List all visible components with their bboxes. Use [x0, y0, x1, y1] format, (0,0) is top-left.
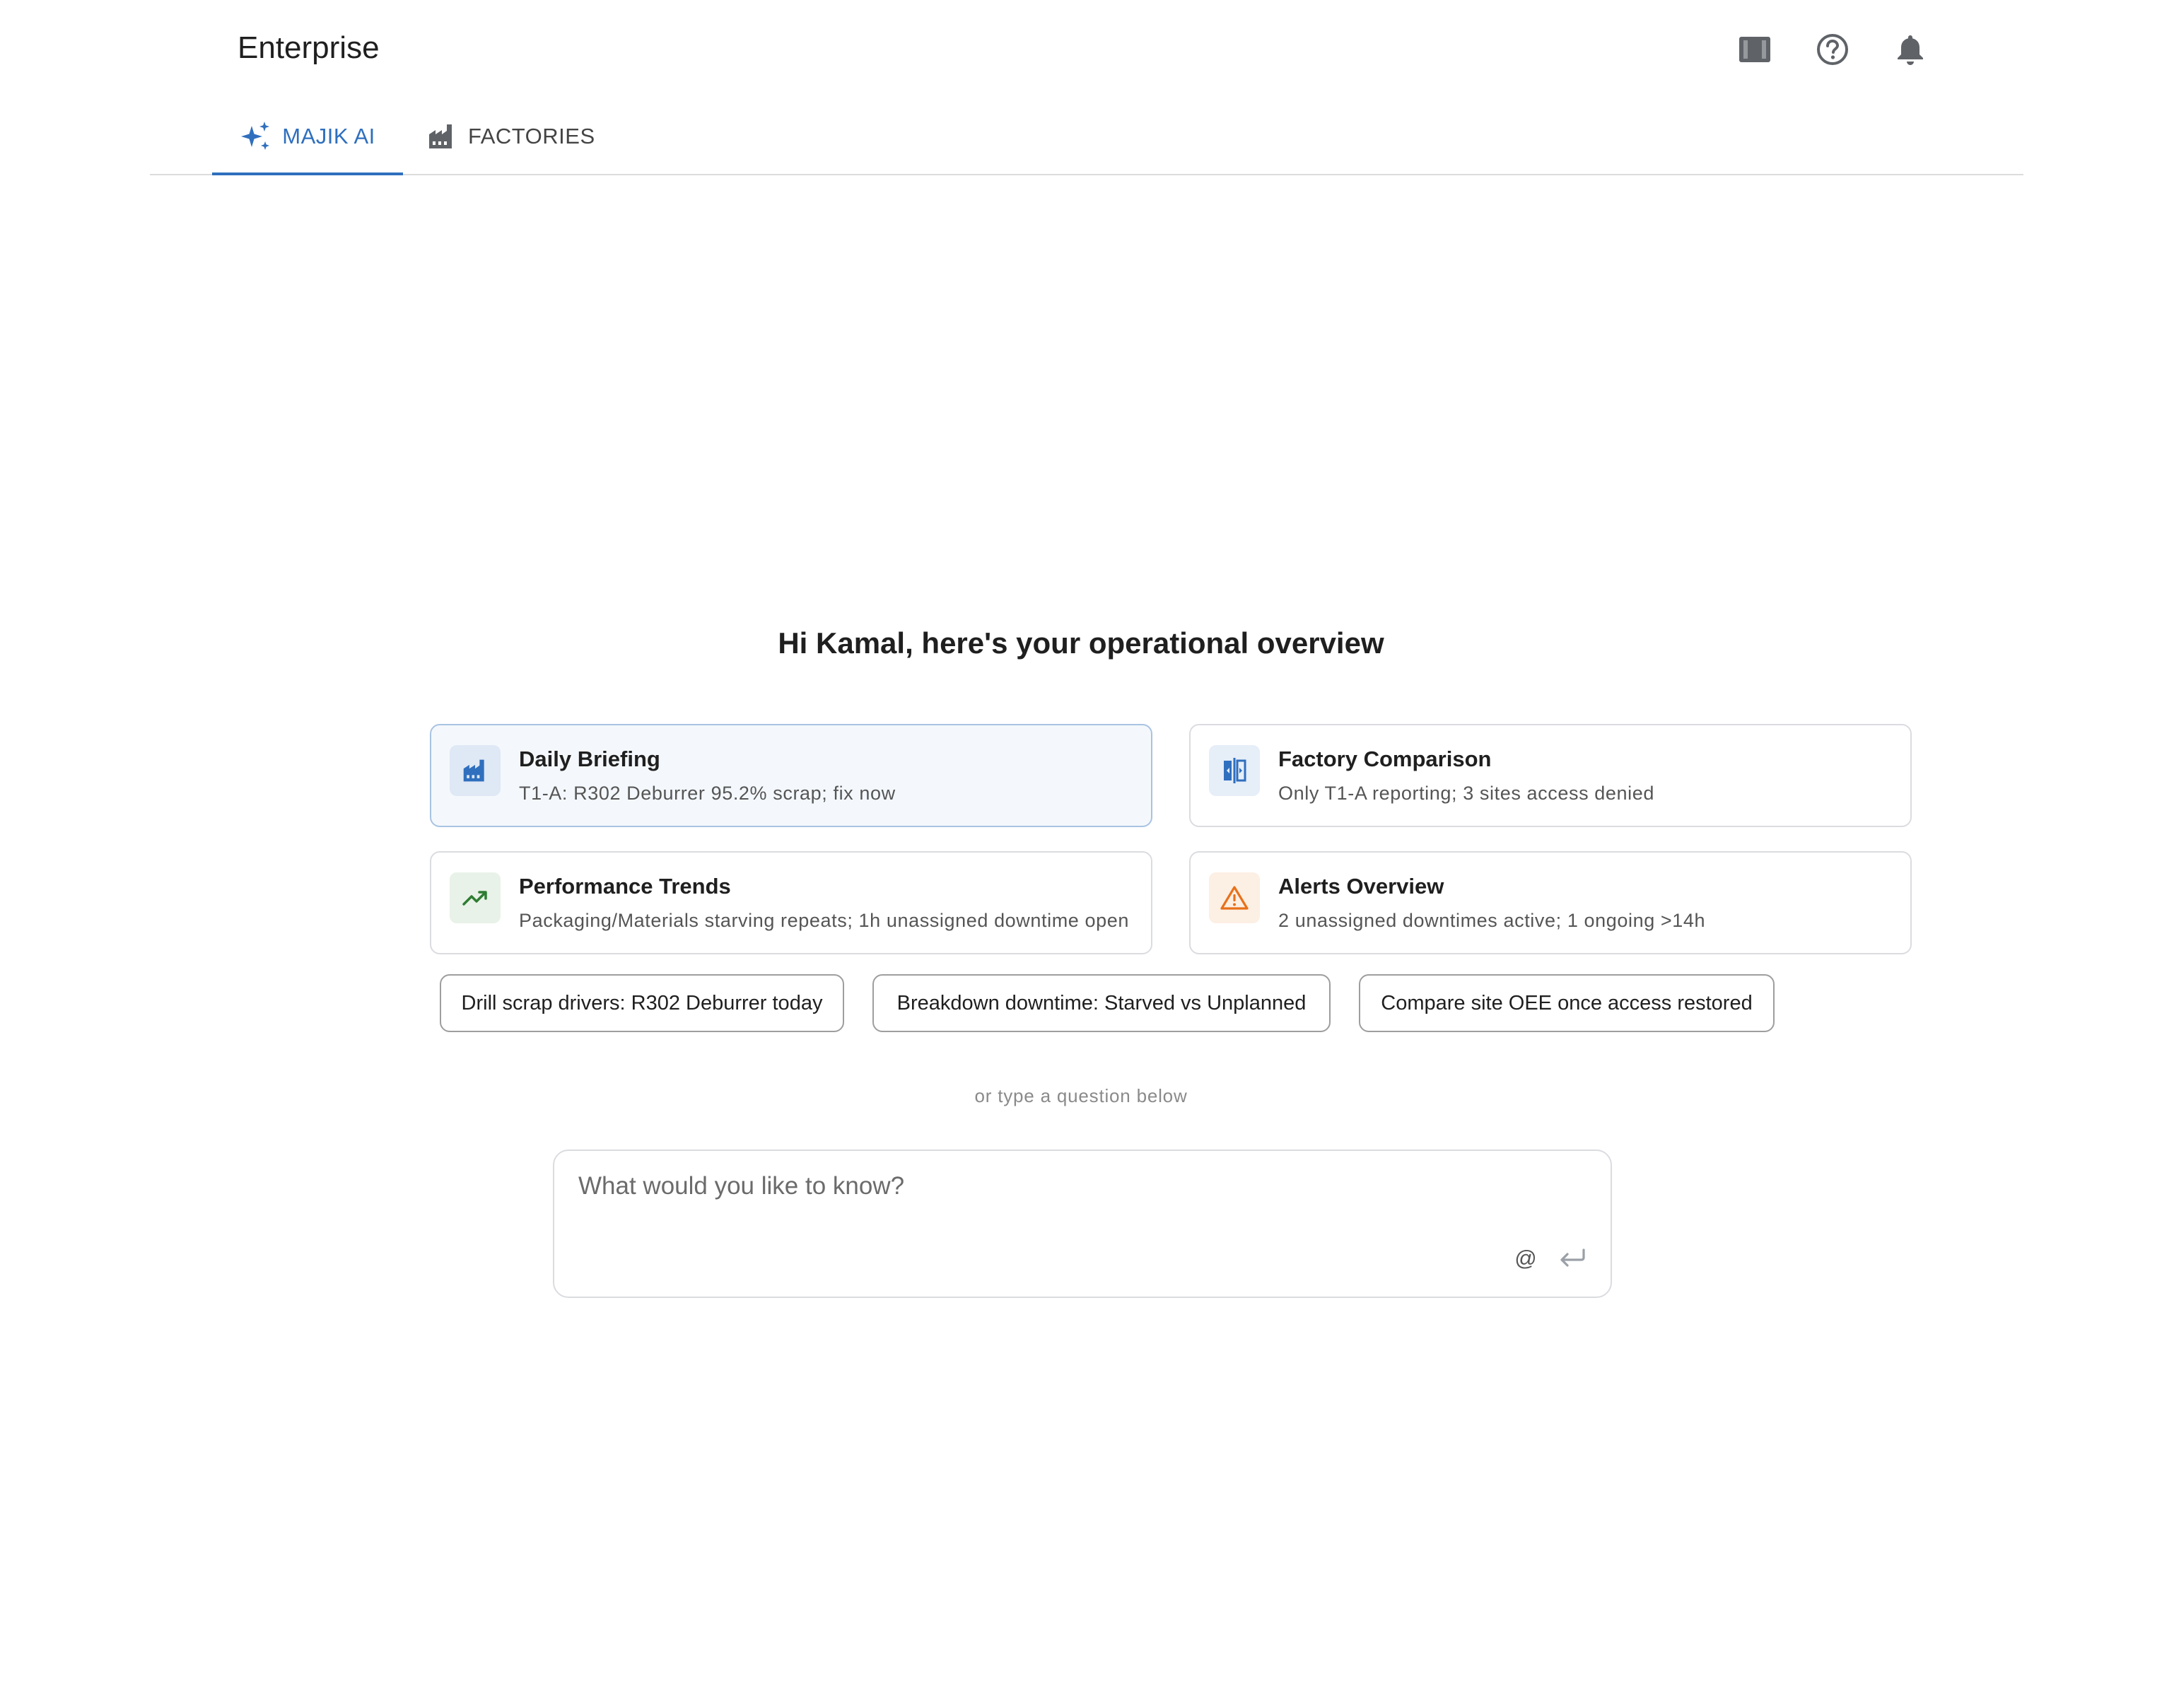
warning-icon — [1209, 872, 1260, 923]
page-title: Hi Kamal, here's your operational overvi… — [778, 626, 1384, 660]
suggestion-chip-scrap-drivers[interactable]: Drill scrap drivers: R302 Deburrer today — [440, 974, 844, 1032]
tab-factories-label: FACTORIES — [468, 124, 595, 148]
help-button[interactable] — [1813, 30, 1852, 69]
send-button[interactable] — [1554, 1240, 1591, 1277]
compare-icon — [1209, 745, 1260, 796]
card-subtitle: Packaging/Materials starving repeats; 1h… — [519, 910, 1129, 931]
notifications-button[interactable] — [1891, 30, 1930, 69]
mention-button[interactable]: @ — [1509, 1241, 1543, 1275]
question-input[interactable] — [578, 1172, 1497, 1229]
tab-majik-ai-label: MAJIK AI — [282, 124, 375, 148]
card-subtitle: Only T1-A reporting; 3 sites access deni… — [1278, 783, 1654, 804]
factory-icon — [426, 120, 458, 153]
help-circle-icon — [1817, 34, 1848, 65]
view-panel-icon — [1739, 37, 1770, 62]
card-title: Daily Briefing — [519, 747, 660, 771]
factory-icon — [450, 745, 501, 796]
card-subtitle: 2 unassigned downtimes active; 1 ongoing… — [1278, 910, 1706, 931]
card-title: Alerts Overview — [1278, 874, 1444, 899]
bell-icon — [1898, 35, 1923, 65]
question-box: @ — [553, 1150, 1612, 1298]
card-title: Performance Trends — [519, 874, 731, 899]
card-performance-trends[interactable]: Performance Trends Packaging/Materials s… — [430, 851, 1152, 954]
card-alerts-overview[interactable]: Alerts Overview 2 unassigned downtimes a… — [1189, 851, 1912, 954]
header-actions — [1735, 30, 1930, 69]
view-panel-button[interactable] — [1735, 30, 1775, 69]
tab-factories[interactable]: FACTORIES — [426, 99, 595, 174]
sparkle-icon — [240, 120, 272, 153]
card-title: Factory Comparison — [1278, 747, 1492, 771]
enter-arrow-icon — [1560, 1248, 1585, 1267]
app-title: Enterprise — [238, 30, 380, 65]
suggestion-chip-downtime-breakdown[interactable]: Breakdown downtime: Starved vs Unplanned — [872, 974, 1331, 1032]
trending-up-icon — [450, 872, 501, 923]
main-tabs: MAJIK AI FACTORIES — [150, 99, 2023, 175]
input-hint: or type a question below — [974, 1085, 1188, 1106]
card-daily-briefing[interactable]: Daily Briefing T1-A: R302 Deburrer 95.2%… — [430, 724, 1152, 827]
tab-majik-ai[interactable]: MAJIK AI — [212, 99, 403, 175]
suggestion-chip-compare-oee[interactable]: Compare site OEE once access restored — [1359, 974, 1775, 1032]
card-factory-comparison[interactable]: Factory Comparison Only T1-A reporting; … — [1189, 724, 1912, 827]
card-subtitle: T1-A: R302 Deburrer 95.2% scrap; fix now — [519, 783, 896, 804]
